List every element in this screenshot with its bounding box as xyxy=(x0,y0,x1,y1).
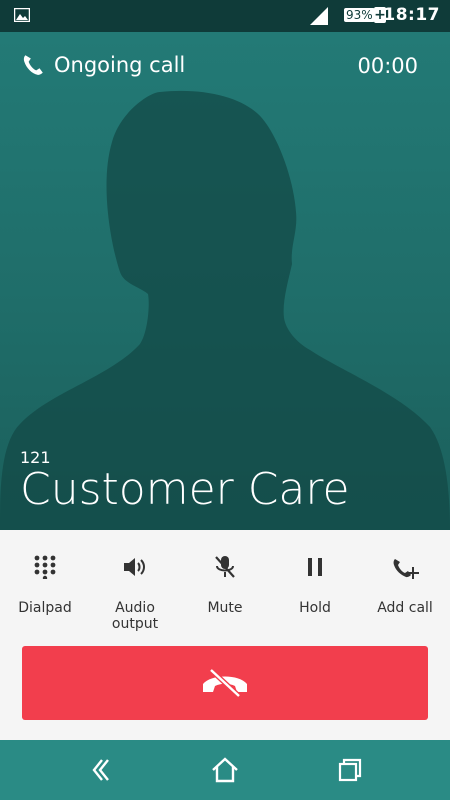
dialpad-label: Dialpad xyxy=(18,600,72,616)
signal-icon xyxy=(310,7,328,25)
battery-percent: 93% xyxy=(344,8,375,22)
add-call-label: Add call xyxy=(377,600,433,616)
add-call-button[interactable]: Add call xyxy=(360,550,450,616)
dialpad-icon xyxy=(34,555,56,579)
mute-microphone-icon xyxy=(215,556,235,578)
call-timer: 00:00 xyxy=(357,54,418,78)
status-bar: 93% + 18:17 xyxy=(0,0,450,32)
mute-button[interactable]: Mute xyxy=(180,550,270,616)
back-icon xyxy=(92,759,109,781)
home-button[interactable] xyxy=(207,754,243,786)
call-header: Ongoing call 00:00 121 Customer Care xyxy=(0,32,450,530)
recents-button[interactable] xyxy=(332,754,368,786)
call-status-label: Ongoing call xyxy=(54,53,186,77)
caller-silhouette xyxy=(0,91,450,530)
pause-icon xyxy=(308,558,322,576)
recents-icon xyxy=(338,758,362,782)
status-clock: 18:17 xyxy=(383,5,440,25)
action-row: Dialpad Audio output Mute Hold Add call xyxy=(0,550,450,632)
image-icon xyxy=(14,8,30,22)
call-status: Ongoing call xyxy=(20,52,185,78)
back-button[interactable] xyxy=(82,754,118,786)
caller-name: Customer Care xyxy=(20,464,350,515)
call-controls: Dialpad Audio output Mute Hold Add call xyxy=(0,530,450,740)
battery-indicator: 93% + xyxy=(340,7,386,25)
audio-output-button[interactable]: Audio output xyxy=(90,550,180,632)
end-call-button[interactable] xyxy=(22,646,428,720)
end-call-icon xyxy=(203,668,247,698)
add-call-icon xyxy=(393,559,419,579)
hold-label: Hold xyxy=(299,600,331,616)
audio-output-label: Audio output xyxy=(111,600,159,632)
mute-label: Mute xyxy=(207,600,243,616)
dialpad-button[interactable]: Dialpad xyxy=(0,550,90,616)
speaker-icon xyxy=(124,558,145,576)
phone-icon xyxy=(23,55,43,75)
home-icon xyxy=(212,757,238,783)
navigation-bar xyxy=(0,740,450,800)
hold-button[interactable]: Hold xyxy=(270,550,360,616)
